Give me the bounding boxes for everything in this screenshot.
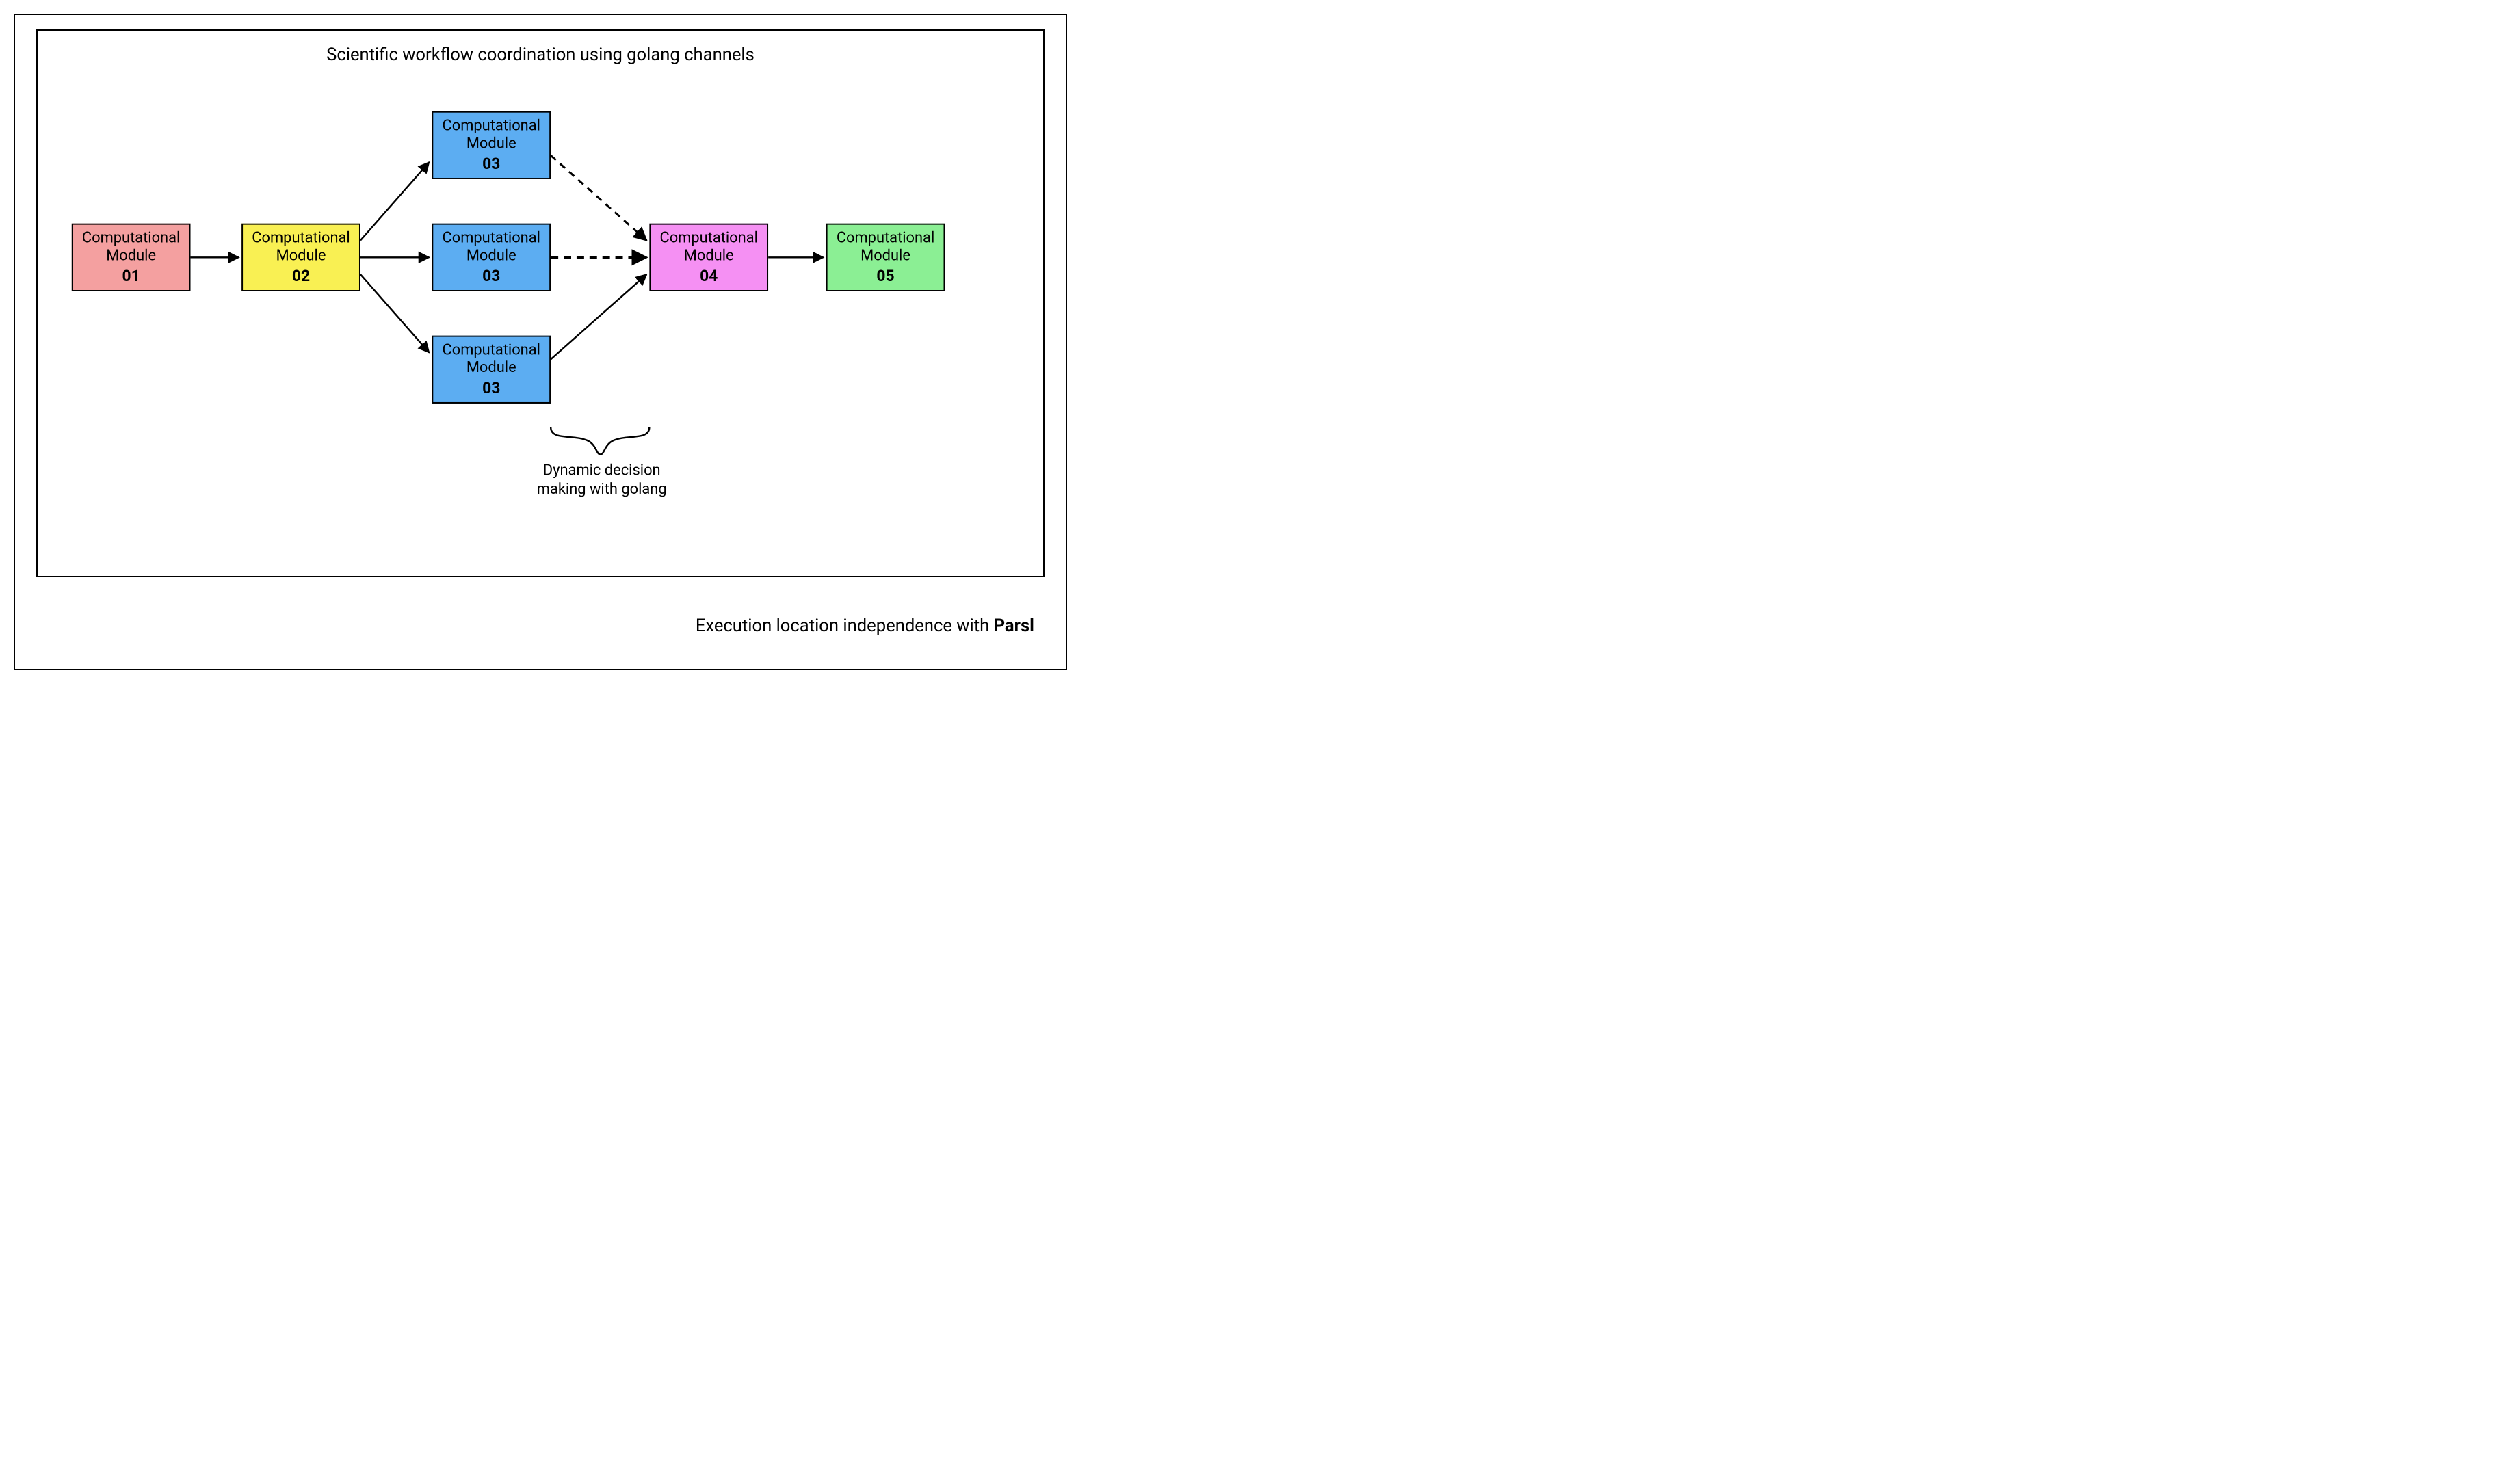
outer-caption-prefix: Execution location independence with: [696, 616, 994, 636]
arrow-02-03-top: [360, 162, 429, 240]
outer-caption-bold: Parsl: [994, 616, 1034, 636]
module-label: Computational Module: [243, 229, 359, 265]
module-number: 02: [292, 267, 310, 285]
module-label: Computational Module: [827, 229, 943, 265]
arrow-03-bottom-04: [551, 274, 646, 359]
module-number: 03: [482, 379, 500, 397]
module-number: 01: [122, 267, 140, 285]
module-03-top: Computational Module 03: [432, 111, 551, 179]
module-05: Computational Module 05: [826, 223, 945, 291]
module-03-bottom: Computational Module 03: [432, 335, 551, 403]
module-label: Computational Module: [433, 117, 549, 153]
annotation-dynamic-decision: Dynamic decision making with golang: [513, 461, 690, 499]
outer-caption: Execution location independence with Par…: [696, 616, 1034, 636]
module-number: 05: [876, 267, 894, 285]
module-number: 04: [700, 267, 718, 285]
module-label: Computational Module: [433, 341, 549, 377]
module-03-middle: Computational Module 03: [432, 223, 551, 291]
module-label: Computational Module: [73, 229, 189, 265]
workflow-diagram: Computational Module 01 Computational Mo…: [38, 75, 1044, 576]
module-04: Computational Module 04: [649, 223, 768, 291]
module-number: 03: [482, 155, 500, 173]
arrow-02-03-bottom: [360, 274, 429, 352]
module-02: Computational Module 02: [241, 223, 360, 291]
curly-brace-icon: [551, 427, 649, 455]
module-number: 03: [482, 267, 500, 285]
module-label: Computational Module: [651, 229, 767, 265]
outer-frame: Scientific workflow coordination using g…: [14, 14, 1067, 670]
module-label: Computational Module: [433, 229, 549, 265]
arrow-03-top-04-dashed: [551, 155, 646, 240]
inner-frame: Scientific workflow coordination using g…: [36, 29, 1045, 577]
module-01: Computational Module 01: [71, 223, 190, 291]
inner-title: Scientific workflow coordination using g…: [38, 44, 1044, 65]
